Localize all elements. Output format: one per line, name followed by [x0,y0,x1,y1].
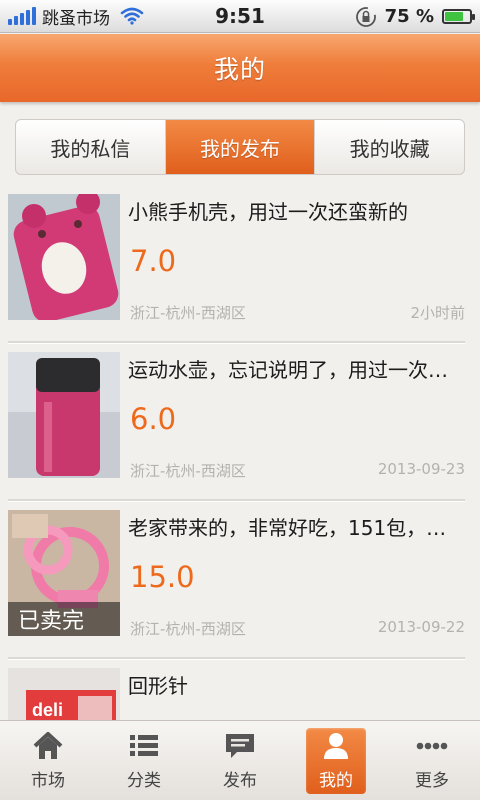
bottom-tab-bar: 市场 分类 发布 我的 更多 [0,720,480,800]
item-title: 老家带来的，非常好吃，151包，… [128,516,447,540]
title-bar: 我的 [0,34,480,102]
tab-category[interactable]: 分类 [96,721,192,800]
tab-private-messages[interactable]: 我的私信 [16,120,166,174]
item-location: 浙江-杭州-西湖区 [130,620,246,638]
item-location: 浙江-杭州-西湖区 [130,304,246,322]
item-time: 2013-09-22 [377,618,465,636]
tab-mine[interactable]: 我的 [288,721,384,800]
svg-text:deli: deli [32,700,63,720]
sold-out-badge: 已卖完 [8,602,120,636]
segmented-control: 我的私信 我的发布 我的收藏 [15,119,465,175]
item-title: 回形针 [128,674,188,698]
item-time: 2013-09-23 [377,460,465,478]
tab-publish[interactable]: 发布 [192,721,288,800]
tab-label: 发布 [223,771,257,791]
list-item[interactable]: deli 回形针 [0,660,480,720]
tab-label: 分类 [127,771,161,791]
item-price: 6.0 [130,402,177,436]
list-item[interactable]: 运动水壶，忘记说明了，用过一次… 6.0 浙江-杭州-西湖区 2013-09-2… [0,344,480,502]
list-icon [130,735,158,756]
tab-label: 我的收藏 [349,136,430,161]
list-item[interactable]: 小熊手机壳，用过一次还蛮新的 7.0 浙江-杭州-西湖区 2小时前 [0,186,480,344]
item-location: 浙江-杭州-西湖区 [130,462,246,480]
chat-bubble-icon [226,734,254,758]
rotation-lock-icon [355,6,376,27]
home-icon [33,732,63,759]
carrier-name: 跳蚤市场 [42,8,110,29]
tab-my-posts[interactable]: 我的发布 [165,120,316,174]
wifi-icon [120,7,144,25]
tab-more[interactable]: 更多 [384,721,480,800]
user-icon [324,733,348,759]
tab-market[interactable]: 市场 [0,721,96,800]
tab-label: 市场 [31,771,65,791]
status-bar: 跳蚤市场 9:51 75 % [0,0,480,33]
item-thumbnail [8,194,120,320]
more-dots-icon [416,742,448,750]
item-title: 小熊手机壳，用过一次还蛮新的 [128,200,408,224]
list-item[interactable]: 已卖完 老家带来的，非常好吃，151包，… 15.0 浙江-杭州-西湖区 201… [0,502,480,660]
signal-icon [8,7,36,25]
tab-label: 我的私信 [50,136,131,161]
item-price: 15.0 [130,560,195,594]
battery-icon [442,9,475,24]
battery-percent: 75 % [384,6,434,27]
item-price: 7.0 [130,244,177,278]
tab-label: 更多 [415,771,449,791]
item-time: 2小时前 [410,304,465,322]
item-thumbnail: 已卖完 [8,510,120,636]
tab-label: 我的 [319,771,353,791]
posts-list: 小熊手机壳，用过一次还蛮新的 7.0 浙江-杭州-西湖区 2小时前 运动水壶，忘… [0,186,480,720]
page-title: 我的 [213,55,266,84]
tab-favorites[interactable]: 我的收藏 [315,120,464,174]
tab-label: 我的发布 [200,136,280,161]
item-thumbnail: deli [8,668,120,720]
item-title: 运动水壶，忘记说明了，用过一次… [128,358,448,382]
item-thumbnail [8,352,120,478]
